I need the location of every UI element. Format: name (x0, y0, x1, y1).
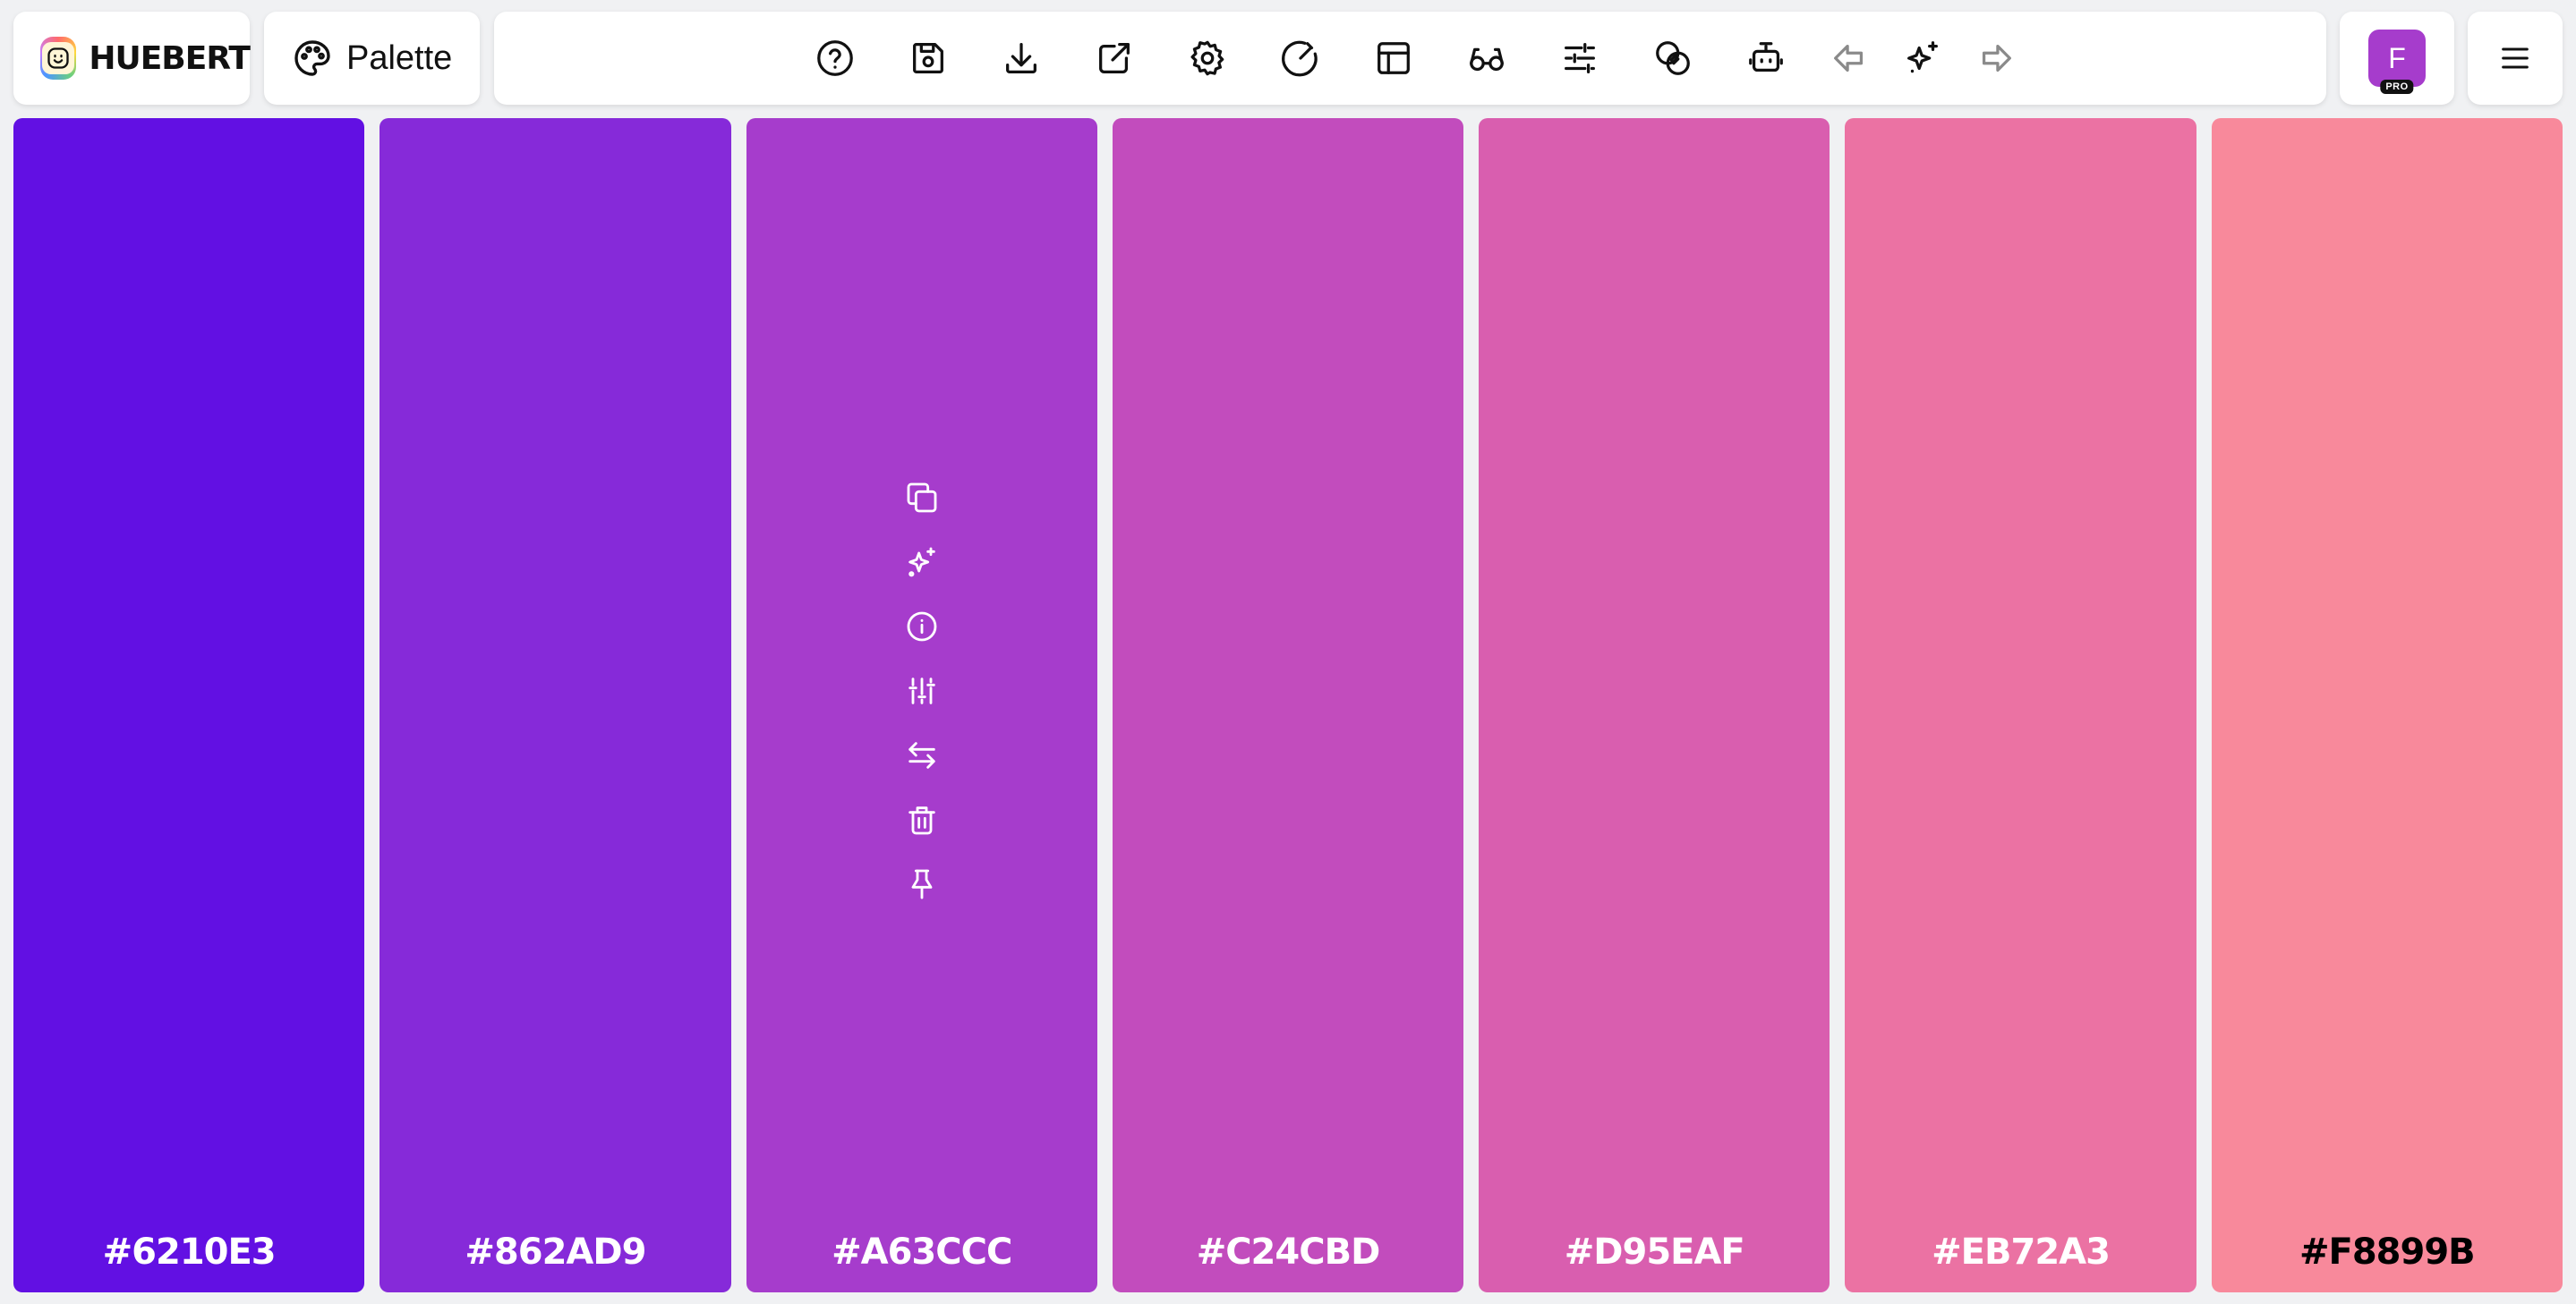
info-button[interactable] (895, 594, 949, 659)
top-bar: HUEBERT Palette F PRO (0, 0, 2576, 118)
download-icon (1005, 43, 1036, 73)
visualize-icon (1469, 47, 1504, 72)
avatar[interactable]: F PRO (2368, 30, 2426, 94)
adjustments-icon (1564, 43, 1595, 73)
color-swatch[interactable]: #6210E3 (13, 118, 365, 1292)
save-button[interactable] (882, 12, 975, 105)
visualize-button[interactable] (1440, 12, 1533, 105)
color-swatch[interactable]: #D95EAF (1479, 118, 1830, 1292)
color-swatch[interactable]: #862AD9 (380, 118, 731, 1292)
hamburger-menu-icon (2502, 47, 2529, 69)
info-icon (907, 611, 937, 642)
settings-button[interactable] (1161, 12, 1254, 105)
generate-sparkle-icon (1906, 41, 1938, 73)
redo-icon (1982, 44, 2011, 72)
color-swatch[interactable]: #EB72A3 (1845, 118, 2196, 1292)
undo-button[interactable] (1813, 12, 1886, 105)
contrast-checker-button[interactable] (1254, 12, 1347, 105)
pin-icon (911, 869, 933, 899)
sparkle-button[interactable] (895, 530, 949, 594)
hex-label[interactable]: #EB72A3 (1845, 1232, 2196, 1273)
generate-button[interactable] (1886, 12, 1959, 105)
adjust-button[interactable] (895, 659, 949, 723)
color-swatch[interactable]: #A63CCC (746, 118, 1097, 1292)
hex-label[interactable]: #6210E3 (13, 1232, 364, 1273)
hex-label[interactable]: #F8899B (2212, 1232, 2563, 1273)
pro-badge: PRO (2380, 80, 2414, 94)
ai-bot-icon (1748, 42, 1783, 72)
brand-card[interactable]: HUEBERT (13, 12, 251, 105)
help-icon (816, 40, 853, 76)
swatch-actions (895, 465, 949, 916)
adjust-icon (908, 678, 935, 704)
palette-icon (294, 40, 330, 76)
hex-label[interactable]: #862AD9 (380, 1232, 730, 1273)
sparkle-icon (908, 547, 935, 577)
export-icon (1098, 43, 1130, 73)
mode-label: Palette (346, 38, 453, 77)
delete-button[interactable] (895, 788, 949, 852)
layout-icon (1377, 42, 1410, 74)
pin-button[interactable] (895, 852, 949, 916)
redo-button[interactable] (1959, 12, 2033, 105)
color-blend-icon (1655, 41, 1690, 75)
trash-icon (908, 806, 935, 835)
download-button[interactable] (975, 12, 1068, 105)
avatar-initial: F (2388, 41, 2406, 74)
copy-button[interactable] (895, 465, 949, 530)
mode-selector[interactable]: Palette (264, 12, 480, 105)
hex-label[interactable]: #A63CCC (746, 1232, 1097, 1273)
contrast-checker-icon (1281, 40, 1318, 77)
palette-swatches: #6210E3 #862AD9 #A63CCC #C24CBD #D95EAF … (13, 118, 2563, 1292)
hex-label[interactable]: #C24CBD (1113, 1232, 1463, 1273)
swap-button[interactable] (895, 723, 949, 788)
main-toolbar (494, 12, 2326, 105)
export-button[interactable] (1068, 12, 1161, 105)
color-swatch[interactable]: #F8899B (2211, 118, 2563, 1292)
help-button[interactable] (789, 12, 882, 105)
hex-label[interactable]: #D95EAF (1479, 1232, 1830, 1273)
adjustments-button[interactable] (1533, 12, 1626, 105)
copy-icon (907, 482, 937, 513)
color-blend-button[interactable] (1626, 12, 1719, 105)
ai-bot-button[interactable] (1719, 12, 1813, 105)
huebert-logo-icon (40, 37, 77, 80)
layout-button[interactable] (1347, 12, 1440, 105)
brand-name: HUEBERT (89, 39, 251, 77)
color-swatch[interactable]: #C24CBD (1112, 118, 1464, 1292)
menu-button[interactable] (2468, 12, 2563, 105)
settings-icon (1190, 40, 1224, 76)
user-card[interactable]: F PRO (2340, 12, 2454, 105)
undo-icon (1833, 44, 1863, 72)
save-icon (912, 43, 943, 73)
swap-icon (908, 742, 935, 769)
